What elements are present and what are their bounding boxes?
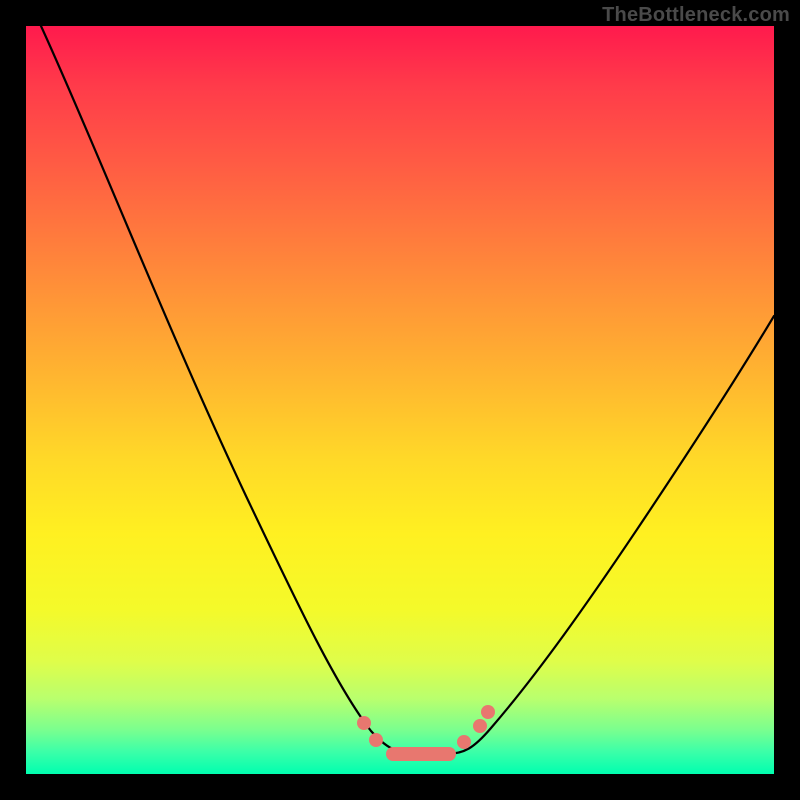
min-segment-marker <box>386 747 456 761</box>
marker-dot <box>473 719 487 733</box>
watermark-text: TheBottleneck.com <box>602 4 790 27</box>
curve-layer <box>26 26 774 774</box>
marker-dot <box>369 733 383 747</box>
marker-dot <box>481 705 495 719</box>
marker-dot <box>457 735 471 749</box>
chart-frame: TheBottleneck.com <box>0 0 800 800</box>
marker-dot <box>357 716 371 730</box>
bottleneck-curve <box>41 26 774 754</box>
plot-area <box>26 26 774 774</box>
